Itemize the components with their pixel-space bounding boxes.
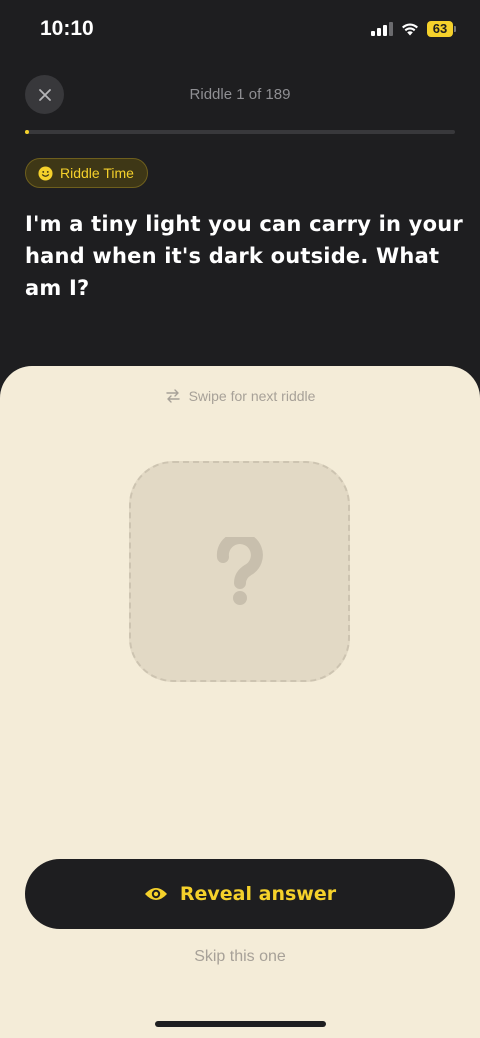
answer-placeholder	[129, 461, 350, 682]
category-badge: Riddle Time	[25, 158, 148, 188]
progress-fill	[25, 130, 29, 134]
home-indicator[interactable]	[155, 1021, 326, 1027]
eye-icon	[144, 888, 167, 900]
smiley-icon	[38, 165, 53, 181]
status-icons: 63	[371, 21, 456, 37]
skip-button[interactable]: Skip this one	[0, 948, 480, 966]
progress-bar	[25, 130, 455, 134]
wifi-icon	[401, 22, 419, 36]
battery-icon: 63	[427, 21, 456, 37]
riddle-question: I'm a tiny light you can carry in your h…	[25, 212, 463, 300]
question-mark-icon	[216, 536, 263, 605]
swipe-hint: Swipe for next riddle	[0, 388, 480, 404]
reveal-answer-button[interactable]: Reveal answer	[25, 859, 455, 929]
badge-label: Riddle Time	[60, 165, 134, 181]
answer-sheet[interactable]: Swipe for next riddle Reveal answer Skip…	[0, 366, 480, 1038]
status-bar: 10:10 63	[0, 0, 480, 60]
status-time: 10:10	[40, 17, 94, 40]
progress-label: Riddle 1 of 189	[189, 86, 291, 103]
swap-arrows-icon	[165, 389, 180, 403]
cellular-signal-icon	[371, 22, 393, 36]
battery-level: 63	[427, 21, 453, 37]
swipe-hint-label: Swipe for next riddle	[188, 388, 316, 404]
reveal-answer-label: Reveal answer	[179, 883, 337, 905]
